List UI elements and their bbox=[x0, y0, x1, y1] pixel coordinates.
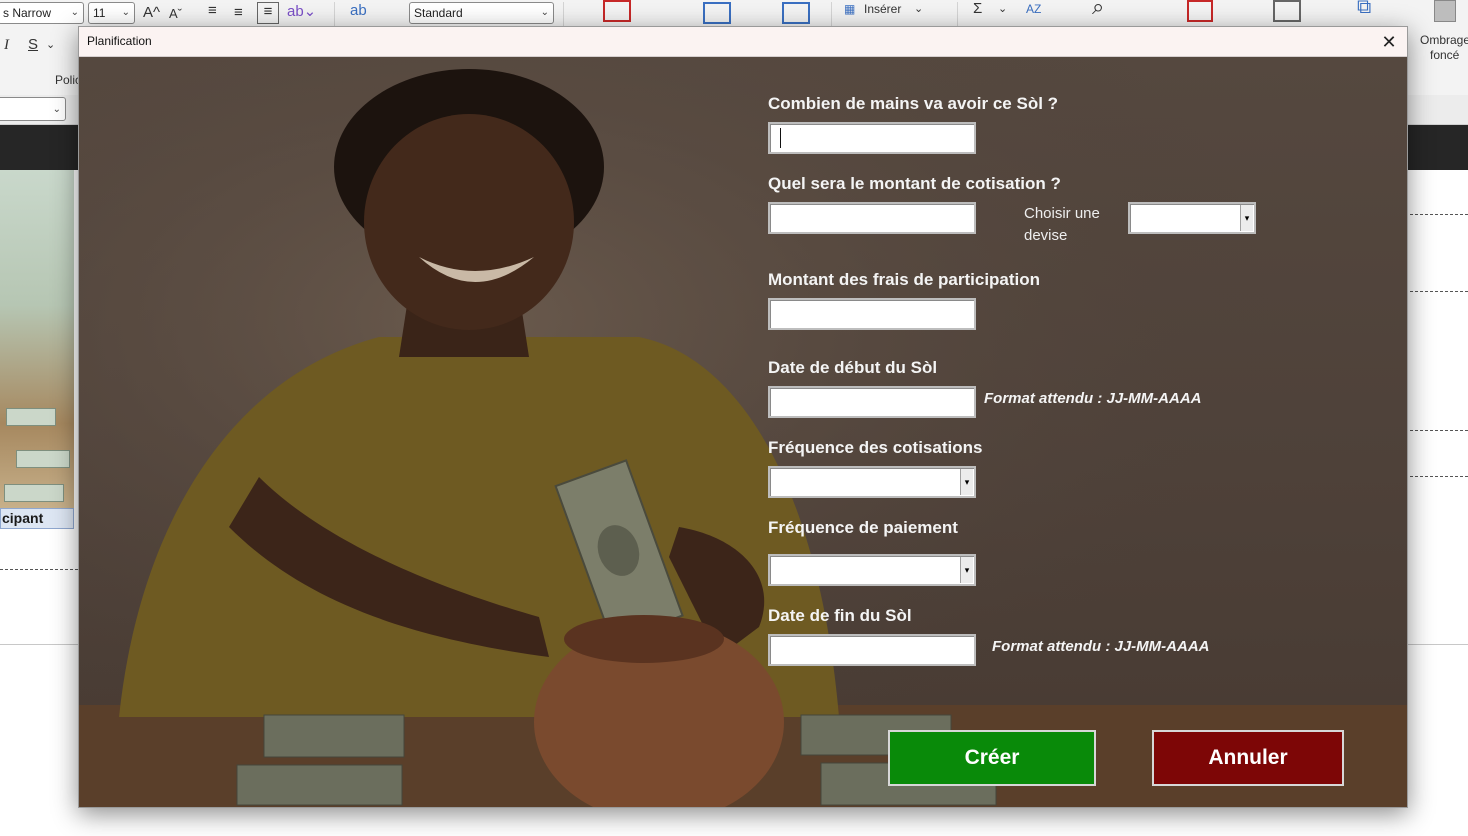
page-break-line bbox=[1410, 476, 1468, 477]
page-break-line bbox=[0, 569, 78, 570]
hands-input[interactable] bbox=[768, 122, 976, 154]
cell-text: cipant bbox=[2, 510, 44, 526]
end-date-hint: Format attendu : JJ-MM-AAAA bbox=[992, 638, 1210, 655]
frequency-combo[interactable]: ▾ bbox=[768, 466, 976, 498]
sheet-picture[interactable] bbox=[0, 170, 74, 508]
planification-dialog: Planification ✕ Combien de mains va avoi… bbox=[78, 26, 1408, 808]
cancel-button[interactable]: Annuler bbox=[1152, 730, 1344, 786]
start-date-input[interactable] bbox=[768, 386, 976, 418]
end-date-input[interactable] bbox=[768, 634, 976, 666]
selected-cell[interactable]: cipant bbox=[0, 508, 74, 529]
align-top-icon[interactable]: ≡ bbox=[208, 2, 217, 20]
font-size-box[interactable]: 11 ⌄ bbox=[88, 2, 135, 24]
page-break-line bbox=[1410, 430, 1468, 431]
amount-label: Quel sera le montant de cotisation ? bbox=[768, 174, 1061, 193]
dialog-titlebar[interactable]: Planification ✕ bbox=[79, 27, 1407, 57]
separator bbox=[563, 2, 564, 27]
shading-label-2[interactable]: foncé bbox=[1430, 46, 1459, 64]
create-button[interactable]: Créer bbox=[888, 730, 1096, 786]
grow-font-icon[interactable]: A^ bbox=[143, 4, 160, 22]
end-date-label: Date de fin du Sòl bbox=[768, 606, 912, 625]
banknote-stack bbox=[4, 484, 64, 502]
text-caret bbox=[780, 128, 781, 148]
hands-label: Combien de mains va avoir ce Sòl ? bbox=[768, 94, 1059, 113]
payment-frequency-combo[interactable]: ▾ bbox=[768, 554, 976, 586]
separator bbox=[831, 2, 832, 27]
shading-icon[interactable] bbox=[1434, 0, 1456, 22]
search-icon[interactable]: ⌕ bbox=[1092, 0, 1104, 18]
conditional-format-icon[interactable] bbox=[603, 0, 631, 22]
insert-label[interactable]: Insérer bbox=[864, 0, 901, 18]
cell-styles-icon[interactable] bbox=[782, 2, 810, 24]
page-break-line bbox=[1410, 214, 1468, 215]
chevron-down-icon: ⌄ bbox=[52, 104, 61, 115]
banknote-stack bbox=[263, 714, 405, 758]
dialog-body: Combien de mains va avoir ce Sòl ? Quel … bbox=[79, 57, 1407, 807]
close-icon[interactable]: ✕ bbox=[1377, 30, 1401, 54]
chevron-down-icon: ⌄ bbox=[540, 7, 549, 18]
font-size-value: 11 bbox=[93, 6, 106, 20]
chevron-down-icon[interactable]: ⌄ bbox=[914, 0, 923, 18]
number-format-box[interactable]: Standard ⌄ bbox=[409, 2, 554, 24]
sort-filter-icon[interactable]: AZ bbox=[1026, 0, 1041, 18]
start-date-hint: Format attendu : JJ-MM-AAAA bbox=[984, 390, 1202, 407]
separator bbox=[334, 2, 335, 27]
frequency-label: Fréquence des cotisations bbox=[768, 438, 983, 457]
fee-input[interactable] bbox=[768, 298, 976, 330]
payment-frequency-label: Fréquence de paiement bbox=[768, 518, 958, 537]
wrap-text-icon[interactable]: ab bbox=[350, 2, 367, 20]
pdf-icon[interactable]: ⧉ bbox=[1357, 0, 1371, 17]
face bbox=[364, 114, 574, 330]
chevron-down-icon[interactable]: ⌄ bbox=[998, 0, 1007, 18]
chevron-down-icon: ⌄ bbox=[121, 7, 130, 18]
banknote-stack bbox=[6, 408, 56, 426]
amount-input[interactable] bbox=[768, 202, 976, 234]
banknote-stack bbox=[236, 764, 403, 806]
chevron-down-icon[interactable]: ▾ bbox=[960, 557, 973, 583]
chevron-down-icon: ⌄ bbox=[70, 7, 79, 18]
banknote-stack bbox=[16, 450, 70, 468]
shrink-font-icon[interactable]: Aˇ bbox=[169, 5, 182, 23]
separator bbox=[957, 2, 958, 27]
strikethrough-button[interactable]: S bbox=[28, 36, 38, 54]
sum-icon[interactable]: Σ bbox=[973, 0, 982, 18]
background-illustration bbox=[79, 57, 1407, 807]
font-name-value: s Narrow bbox=[3, 6, 52, 20]
name-box[interactable]: ⌄ bbox=[0, 97, 66, 121]
analyze-data-icon[interactable] bbox=[1273, 0, 1301, 22]
chevron-down-icon[interactable]: ⌄ bbox=[46, 36, 55, 54]
page-break-line bbox=[1410, 291, 1468, 292]
font-name-box[interactable]: s Narrow ⌄ bbox=[0, 2, 84, 24]
dialog-title: Planification bbox=[87, 34, 152, 48]
chevron-down-icon[interactable]: ▾ bbox=[1240, 205, 1253, 231]
number-format-value: Standard bbox=[414, 6, 463, 20]
start-date-label: Date de début du Sòl bbox=[768, 358, 938, 377]
addins-icon[interactable] bbox=[1187, 0, 1213, 22]
currency-label: Choisir une devise bbox=[1024, 205, 1100, 244]
align-middle-icon[interactable]: ≡ bbox=[234, 4, 243, 22]
currency-combo[interactable]: ▾ bbox=[1128, 202, 1256, 234]
insert-icon[interactable]: ▦ bbox=[844, 0, 855, 18]
chevron-down-icon[interactable]: ▾ bbox=[960, 469, 973, 495]
italic-button[interactable]: I bbox=[4, 36, 9, 54]
fee-label: Montant des frais de participation bbox=[768, 270, 1041, 289]
orientation-icon[interactable]: ab⌄ bbox=[287, 3, 316, 21]
align-bottom-icon[interactable]: ≡ bbox=[257, 2, 279, 24]
table-format-icon[interactable] bbox=[703, 2, 731, 24]
